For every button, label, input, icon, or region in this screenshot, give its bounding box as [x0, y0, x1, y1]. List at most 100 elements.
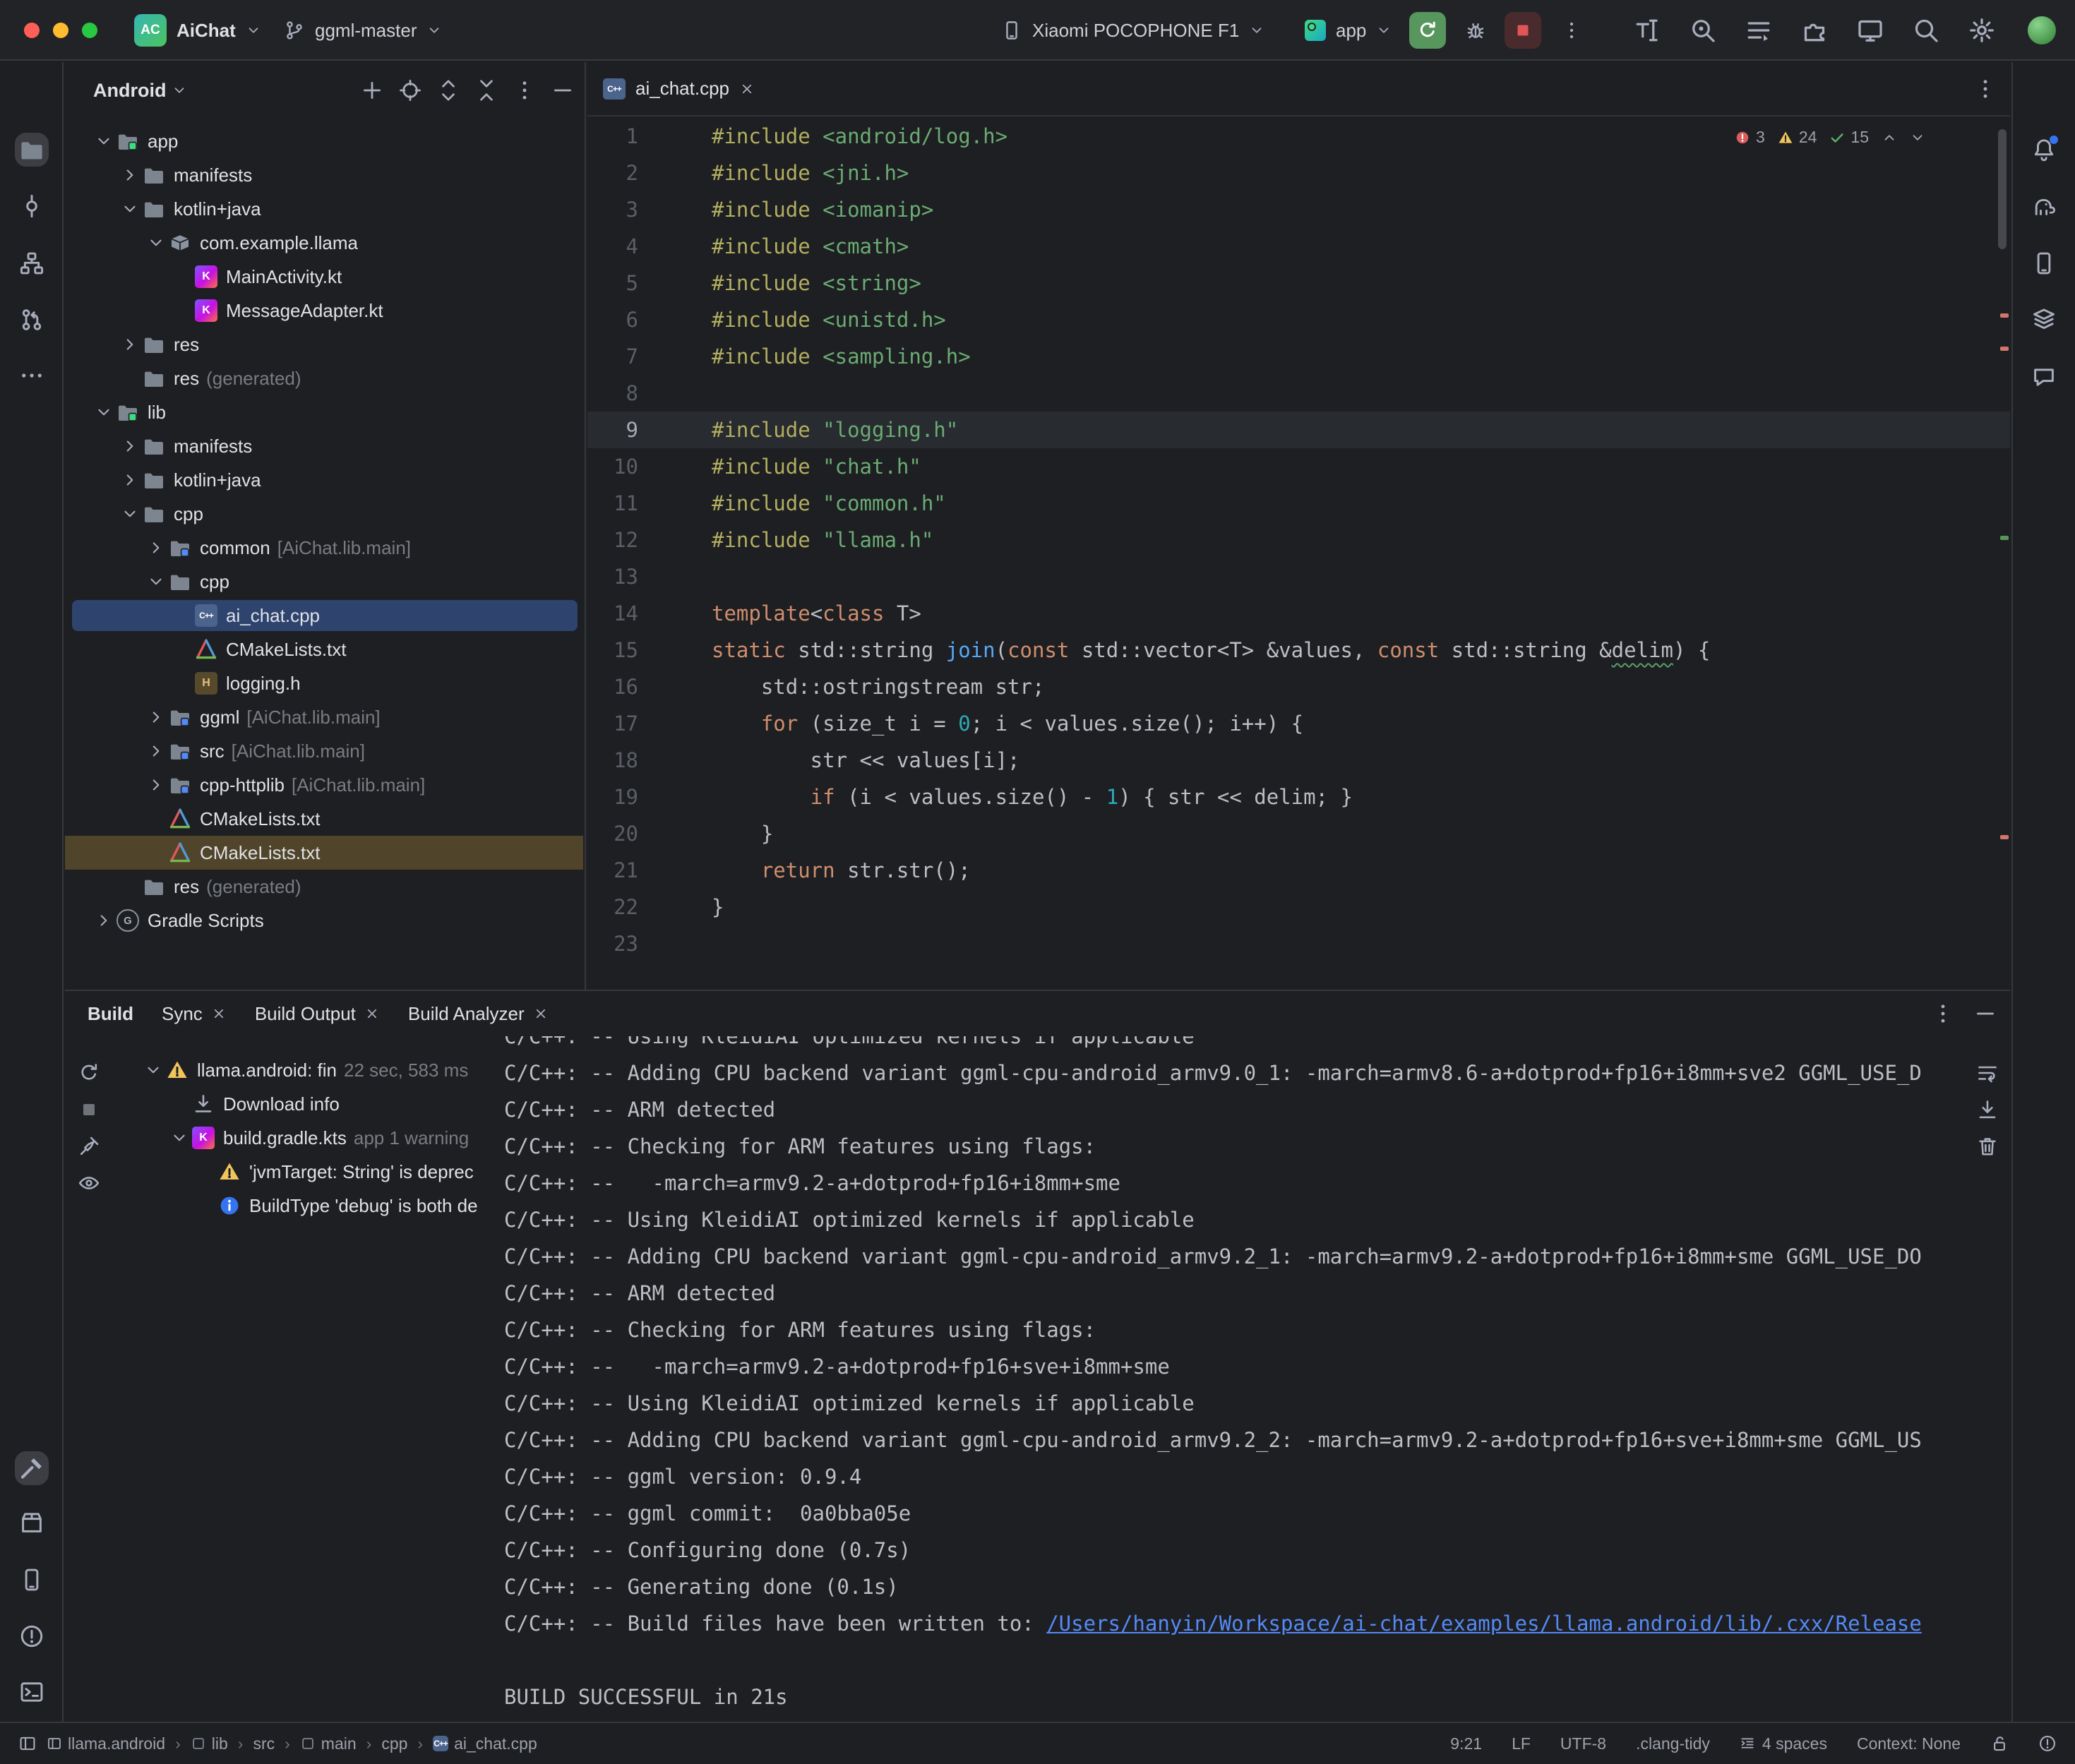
tree-item-src[interactable]: src[AiChat.lib.main] — [65, 734, 585, 768]
breadcrumb-cpp[interactable]: cpp — [381, 1734, 407, 1753]
line-number[interactable]: 9 — [587, 412, 712, 448]
chevron-down-icon[interactable] — [167, 1125, 192, 1151]
locate-file-icon[interactable] — [398, 78, 422, 102]
project-selector[interactable]: AC AiChat — [127, 11, 268, 50]
code-line-5[interactable]: #include <string> — [712, 265, 2010, 301]
hide-panel-icon[interactable] — [551, 78, 575, 102]
next-problem-icon[interactable] — [1910, 130, 1925, 145]
line-number[interactable]: 7 — [587, 338, 712, 375]
tree-item-ggml[interactable]: ggml[AiChat.lib.main] — [65, 700, 585, 734]
scroll-to-end-icon[interactable] — [1976, 1098, 1999, 1121]
tree-item-manifests[interactable]: manifests — [65, 429, 585, 463]
run-button[interactable] — [1409, 12, 1446, 49]
code-line-9[interactable]: #include "logging.h" — [712, 412, 2010, 448]
file-encoding[interactable]: UTF-8 — [1560, 1734, 1606, 1753]
build-item-download-info[interactable]: Download info — [114, 1087, 499, 1121]
hide-build-panel-icon[interactable] — [1973, 1002, 1997, 1026]
expand-all-icon[interactable] — [436, 78, 460, 102]
code-line-7[interactable]: #include <sampling.h> — [712, 338, 2010, 375]
chevron-right-icon[interactable] — [143, 738, 169, 764]
breadcrumb-main[interactable]: main — [300, 1734, 357, 1753]
chevron-right-icon[interactable] — [143, 535, 169, 560]
line-number[interactable]: 8 — [587, 375, 712, 412]
tree-item-kotlin-java[interactable]: kotlin+java — [65, 463, 585, 497]
line-number[interactable]: 10 — [587, 448, 712, 485]
tree-item-com-example-llama[interactable]: com.example.llama — [65, 226, 585, 260]
layout-inspector-tool-icon[interactable] — [2031, 306, 2057, 332]
code-line-8[interactable] — [712, 375, 2010, 412]
error-stripe-mark[interactable] — [2000, 835, 2009, 839]
code-line-6[interactable]: #include <unistd.h> — [712, 301, 2010, 338]
breadcrumb-llama-android[interactable]: llama.android — [47, 1734, 165, 1753]
line-number[interactable]: 5 — [587, 265, 712, 301]
code-line-17[interactable]: for (size_t i = 0; i < values.size(); i+… — [712, 705, 2010, 742]
chevron-down-icon[interactable] — [117, 196, 143, 222]
tree-item-cmakelists-txt[interactable]: CMakeLists.txt — [65, 836, 585, 870]
soft-wrap-icon[interactable] — [1976, 1062, 1999, 1084]
code-line-21[interactable]: return str.str(); — [712, 852, 2010, 889]
context-setting[interactable]: Context: None — [1857, 1734, 1961, 1753]
panel-options-icon[interactable] — [513, 78, 537, 102]
code-area[interactable]: 1234567891011121314151617181920212223 #i… — [587, 118, 2010, 990]
error-summary[interactable]: 3 — [1735, 128, 1765, 147]
chevron-right-icon[interactable] — [117, 332, 143, 357]
stop-button[interactable] — [1505, 12, 1541, 49]
run-configuration-selector[interactable]: app — [1298, 11, 1399, 50]
editor-tab[interactable]: C++ ai_chat.cpp — [587, 62, 770, 115]
line-number[interactable]: 13 — [587, 558, 712, 595]
task-list-icon[interactable] — [1745, 16, 1773, 44]
build-item-llama-android-fin[interactable]: llama.android: fin22 sec, 583 ms — [114, 1053, 499, 1087]
settings-icon[interactable] — [1968, 16, 1996, 44]
line-ending[interactable]: LF — [1512, 1734, 1531, 1753]
more-tool-windows-icon[interactable] — [19, 363, 44, 388]
line-number[interactable]: 16 — [587, 668, 712, 705]
gradle-tool-icon[interactable] — [2031, 195, 2057, 220]
device-mirror-icon[interactable] — [1856, 16, 1884, 44]
build-panel-title[interactable]: Build — [88, 1003, 133, 1025]
cursor-position[interactable]: 9:21 — [1450, 1734, 1482, 1753]
code-line-11[interactable]: #include "common.h" — [712, 485, 2010, 522]
tree-item-res[interactable]: res(generated) — [65, 870, 585, 904]
code-line-12[interactable]: #include "llama.h" — [712, 522, 2010, 558]
tree-item-mainactivity-kt[interactable]: KMainActivity.kt — [65, 260, 585, 294]
code-line-22[interactable]: } — [712, 889, 2010, 925]
line-number[interactable]: 2 — [587, 155, 712, 191]
tree-item-cmakelists-txt[interactable]: CMakeLists.txt — [65, 632, 585, 666]
close-tab-icon[interactable] — [739, 81, 755, 97]
line-number[interactable]: 19 — [587, 779, 712, 815]
breadcrumb-ai-chat-cpp[interactable]: C++ai_chat.cpp — [433, 1734, 537, 1753]
assistant-tool-icon[interactable] — [2031, 364, 2057, 390]
build-tab-build-output[interactable]: Build Output — [255, 1003, 380, 1025]
code-line-19[interactable]: if (i < values.size() - 1) { str << deli… — [712, 779, 2010, 815]
close-tab-icon[interactable] — [211, 1006, 227, 1021]
code-line-14[interactable]: template<class T> — [712, 595, 2010, 632]
commit-tool-icon[interactable] — [19, 193, 44, 219]
tree-item-res[interactable]: res(generated) — [65, 361, 585, 395]
plugins-icon[interactable] — [1800, 16, 1829, 44]
problems-tool-icon[interactable] — [19, 1624, 44, 1649]
tree-item-cmakelists-txt[interactable]: CMakeLists.txt — [65, 802, 585, 836]
tree-item-cpp[interactable]: cpp — [65, 565, 585, 599]
line-number[interactable]: 20 — [587, 815, 712, 852]
line-number[interactable]: 11 — [587, 485, 712, 522]
line-number[interactable]: 12 — [587, 522, 712, 558]
tree-item-logging-h[interactable]: Hlogging.h — [65, 666, 585, 700]
line-number[interactable]: 15 — [587, 632, 712, 668]
breadcrumb-lib[interactable]: lib — [191, 1734, 228, 1753]
console-link[interactable]: /Users/hanyin/Workspace/ai-chat/examples… — [1046, 1612, 1922, 1636]
line-number[interactable]: 22 — [587, 889, 712, 925]
chevron-down-icon[interactable] — [91, 128, 116, 154]
tree-item-kotlin-java[interactable]: kotlin+java — [65, 192, 585, 226]
running-devices-tool-icon[interactable] — [19, 1567, 44, 1592]
build-item-build-gradle-kts[interactable]: Kbuild.gradle.ktsapp 1 warning — [114, 1121, 499, 1155]
resource-manager-tool-icon[interactable] — [19, 1510, 44, 1535]
tree-item-cpp-httplib[interactable]: cpp-httplib[AiChat.lib.main] — [65, 768, 585, 802]
pull-requests-tool-icon[interactable] — [19, 307, 44, 332]
more-actions-button[interactable] — [1553, 12, 1590, 49]
code-line-4[interactable]: #include <cmath> — [712, 228, 2010, 265]
change-stripe-mark[interactable] — [2000, 536, 2009, 540]
tree-item-messageadapter-kt[interactable]: KMessageAdapter.kt — [65, 294, 585, 328]
line-number[interactable]: 3 — [587, 191, 712, 228]
error-stripe-mark[interactable] — [2000, 347, 2009, 351]
ai-search-icon[interactable] — [1689, 16, 1717, 44]
